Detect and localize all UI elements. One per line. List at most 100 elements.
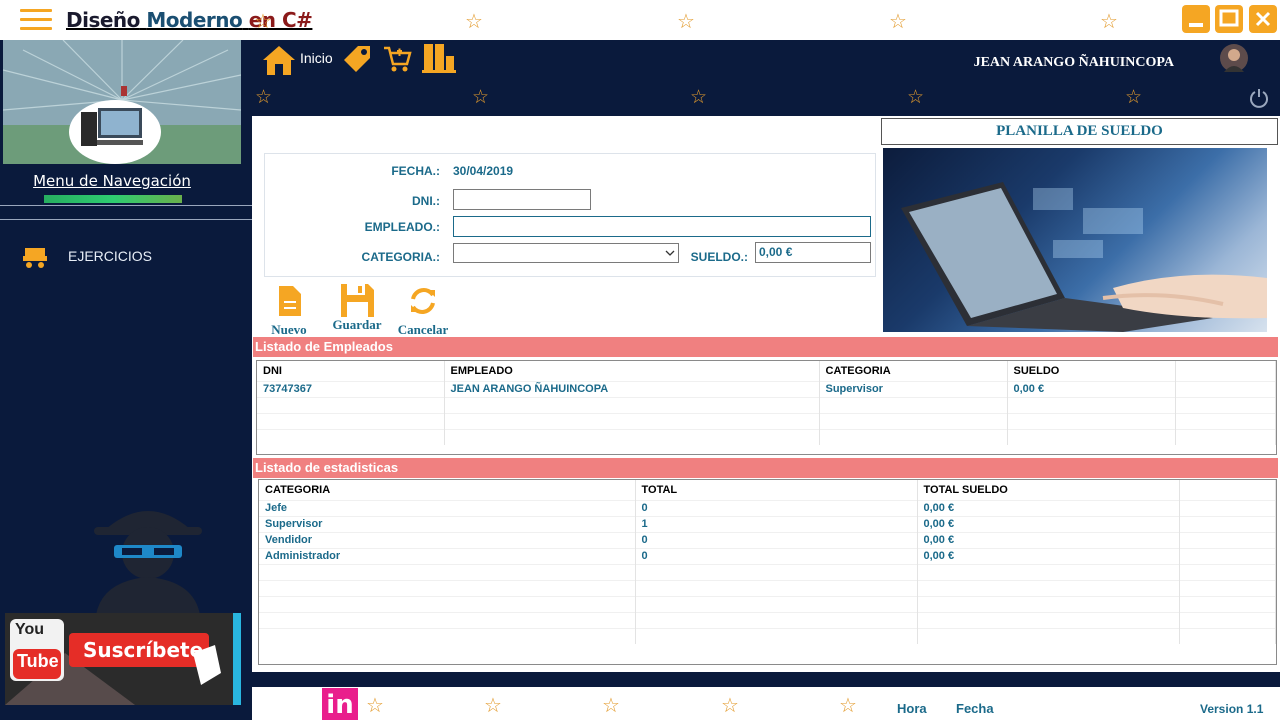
cell-categoria: Supervisor	[819, 380, 1008, 397]
table-row-empty	[259, 627, 1276, 644]
star-icon: ☆	[602, 695, 620, 717]
categoria-label: CATEGORIA.:	[361, 250, 440, 264]
guardar-button[interactable]: Guardar	[328, 281, 386, 333]
star-icon: ☆	[254, 11, 272, 33]
table-row-empty	[257, 428, 1276, 445]
nuevo-label: Nuevo	[271, 322, 307, 337]
sidebar: Menu de Navegación EJERCICIOS You Tube S	[0, 40, 252, 720]
cell-blank	[1179, 547, 1276, 564]
star-icon: ☆	[366, 695, 384, 717]
table-row[interactable]: Administrador 0 0,00 €	[259, 547, 1276, 564]
categoria-select[interactable]	[453, 243, 679, 263]
youtube-subscribe-banner[interactable]: You Tube Suscríbete	[5, 613, 241, 705]
dni-input[interactable]	[453, 189, 591, 210]
cell-total-sueldo: 0,00 €	[917, 515, 1180, 532]
table-row[interactable]: Vendidor 0 0,00 €	[259, 531, 1276, 548]
sidebar-banner-image	[3, 40, 241, 164]
empleados-table: DNI EMPLEADO CATEGORIA SUELDO 73747367 J…	[257, 361, 1276, 445]
maximize-button[interactable]	[1215, 5, 1243, 33]
cell-sueldo: 0,00 €	[1007, 380, 1176, 397]
star-icon: ☆	[690, 87, 708, 108]
fecha-footer-label: Fecha	[956, 701, 994, 716]
sidebar-item-ejercicios[interactable]: EJERCICIOS	[22, 242, 232, 272]
hamburger-menu-icon[interactable]	[20, 9, 52, 31]
spy-icon	[94, 511, 202, 615]
star-icon: ☆	[472, 87, 490, 108]
minimize-icon	[1189, 23, 1203, 27]
version-label: Version 1.1	[1200, 702, 1264, 716]
table-row-empty	[259, 595, 1276, 612]
column-header-total[interactable]: TOTAL	[635, 480, 918, 500]
empleados-grid[interactable]: DNI EMPLEADO CATEGORIA SUELDO 73747367 J…	[256, 360, 1277, 455]
cancelar-label: Cancelar	[397, 322, 449, 337]
tag-icon[interactable]	[340, 44, 372, 76]
estadisticas-grid[interactable]: CATEGORIA TOTAL TOTAL SUELDO Jefe 0 0,00…	[258, 479, 1277, 665]
estadisticas-table: CATEGORIA TOTAL TOTAL SUELDO Jefe 0 0,00…	[259, 480, 1276, 644]
avatar[interactable]	[1220, 44, 1248, 72]
home-icon[interactable]	[260, 43, 298, 77]
column-header-total-sueldo[interactable]: TOTAL SUELDO	[917, 480, 1180, 500]
table-row[interactable]: Supervisor 1 0,00 €	[259, 515, 1276, 532]
minimize-button[interactable]	[1182, 5, 1210, 33]
table-row-empty	[257, 412, 1276, 429]
footer: in ☆ ☆ ☆ ☆ ☆ Hora Fecha Version 1.1	[252, 672, 1280, 720]
sueldo-input[interactable]: 0,00 €	[755, 242, 871, 263]
star-icon: ☆	[255, 87, 273, 108]
close-icon	[1255, 11, 1271, 27]
cell-categoria: Administrador	[259, 547, 636, 564]
guardar-label: Guardar	[332, 317, 382, 332]
power-icon[interactable]	[1248, 86, 1270, 108]
cell-categoria: Supervisor	[259, 515, 636, 532]
column-header-empleado[interactable]: EMPLEADO	[444, 361, 820, 381]
star-icon: ☆	[721, 695, 739, 717]
column-header-blank	[1179, 480, 1276, 500]
nav-title-underline	[44, 195, 182, 203]
table-row-empty	[259, 579, 1276, 596]
table-row-empty	[257, 396, 1276, 413]
cancelar-button[interactable]: Cancelar	[392, 284, 454, 338]
column-header-sueldo[interactable]: SUELDO	[1007, 361, 1176, 381]
empleados-section-title: Listado de Empleados	[253, 337, 1278, 357]
title-bar: Diseño Moderno en C# ☆ ☆ ☆ ☆ ☆	[0, 0, 1280, 40]
table-header-row: CATEGORIA TOTAL TOTAL SUELDO	[259, 480, 1276, 500]
hora-label: Hora	[897, 701, 927, 716]
nuevo-button[interactable]: Nuevo	[264, 284, 314, 338]
youtube-logo-top: You	[15, 621, 45, 638]
column-header-categoria[interactable]: CATEGORIA	[259, 480, 636, 500]
divider	[0, 205, 252, 206]
divider	[0, 219, 252, 220]
close-button[interactable]	[1249, 5, 1277, 33]
cell-blank	[1179, 531, 1276, 548]
table-row[interactable]: 73747367 JEAN ARANGO ÑAHUINCOPA Supervis…	[257, 380, 1276, 397]
cell-total: 0	[635, 531, 918, 548]
sidebar-item-label: EJERCICIOS	[68, 248, 153, 264]
star-icon: ☆	[889, 11, 907, 33]
maximize-icon	[1219, 9, 1239, 27]
column-header-categoria[interactable]: CATEGORIA	[819, 361, 1008, 381]
column-header-dni[interactable]: DNI	[257, 361, 445, 381]
linkedin-logo[interactable]: in	[322, 688, 358, 720]
nav-title[interactable]: Menu de Navegación	[0, 172, 224, 190]
footer-bar	[252, 672, 1280, 687]
refresh-icon	[411, 288, 435, 314]
cell-categoria: Jefe	[259, 499, 636, 516]
books-icon[interactable]	[422, 42, 456, 74]
cell-dni: 73747367	[257, 380, 445, 397]
star-icon: ☆	[484, 695, 502, 717]
cell-total-sueldo: 0,00 €	[917, 531, 1180, 548]
table-row[interactable]: Jefe 0 0,00 €	[259, 499, 1276, 516]
cell-blank	[1179, 515, 1276, 532]
star-icon: ☆	[1100, 11, 1118, 33]
table-row-empty	[259, 563, 1276, 580]
laptop-image	[883, 148, 1267, 332]
empleado-input[interactable]	[453, 216, 871, 237]
home-label[interactable]: Inicio	[300, 50, 333, 66]
cart-icon[interactable]	[382, 44, 412, 74]
cell-categoria: Vendidor	[259, 531, 636, 548]
main-header: Inicio JEAN ARANGO ÑAHUINCOPA ☆ ☆ ☆ ☆ ☆	[252, 40, 1280, 116]
star-icon: ☆	[1125, 87, 1143, 108]
youtube-logo-bottom: Tube	[17, 651, 59, 671]
cell-total-sueldo: 0,00 €	[917, 499, 1180, 516]
app-title: Diseño Moderno en C#	[66, 8, 313, 32]
truck-icon	[23, 248, 47, 268]
